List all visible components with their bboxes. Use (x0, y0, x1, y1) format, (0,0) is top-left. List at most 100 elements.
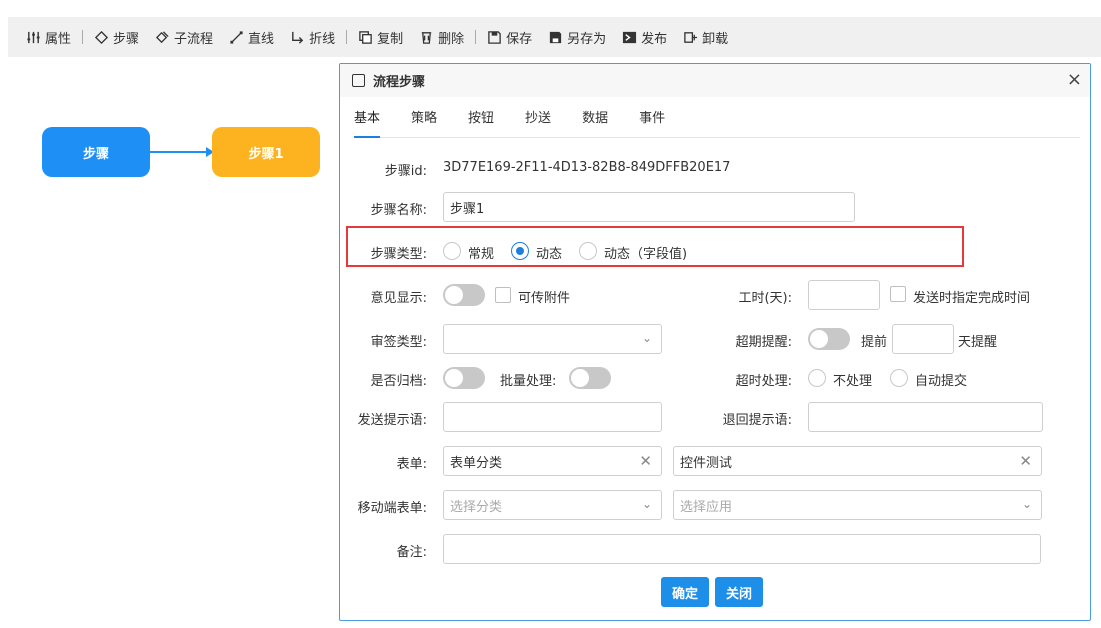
tab-data[interactable]: 数据 (582, 104, 608, 138)
close-button[interactable]: 关闭 (715, 577, 763, 607)
return-prompt-label: 退回提示语: (700, 409, 792, 428)
flow-node-step[interactable]: 步骤 (42, 127, 150, 177)
send-prompt-label: 发送提示语: (339, 409, 427, 428)
line-icon (229, 30, 244, 45)
tab-buttons[interactable]: 按钮 (468, 104, 494, 138)
sign-type-select[interactable]: ⌄ (443, 324, 662, 354)
tab-strategy[interactable]: 策略 (411, 104, 437, 138)
step-id-label: 步骤id: (339, 160, 427, 179)
polyline-button[interactable]: 折线 (282, 17, 343, 57)
polyline-label: 折线 (309, 28, 335, 47)
publish-label: 发布 (641, 28, 667, 47)
step-type-radio-dynamic-field[interactable] (579, 242, 597, 260)
step-type-normal-label: 常规 (468, 243, 494, 262)
timeout-label: 超时处理: (700, 370, 792, 389)
opinion-label: 意见显示: (339, 287, 427, 306)
copy-icon (358, 30, 373, 45)
save-as-label: 另存为 (567, 28, 606, 47)
timeout-radio-auto[interactable] (890, 369, 908, 387)
send-prompt-input[interactable] (443, 402, 662, 432)
tab-basic[interactable]: 基本 (354, 104, 380, 138)
publish-icon (622, 30, 637, 45)
archive-switch[interactable] (443, 367, 485, 389)
send-complete-checkbox[interactable] (890, 286, 906, 302)
remark-input[interactable] (443, 534, 1041, 564)
save-as-button[interactable]: 另存为 (540, 17, 614, 57)
line-button[interactable]: 直线 (221, 17, 282, 57)
flow-node-step1[interactable]: 步骤1 (212, 127, 320, 177)
polyline-icon (290, 30, 305, 45)
uninstall-button[interactable]: 卸载 (675, 17, 736, 57)
sign-type-label: 审签类型: (339, 331, 427, 350)
opinion-switch[interactable] (443, 284, 485, 306)
timeout-none-label: 不处理 (833, 370, 872, 389)
toolbar: 属性 步骤 子流程 直线 折线 复制 删除 保存 另存为 发布 卸载 (8, 17, 1101, 57)
timeout-radio-none[interactable] (808, 369, 826, 387)
overdue-label: 超期提醒: (700, 331, 792, 350)
separator (346, 30, 347, 44)
mobile-form-label: 移动端表单: (339, 497, 427, 516)
attach-checkbox[interactable] (495, 287, 511, 303)
step-label: 步骤 (113, 28, 139, 47)
remark-label: 备注: (339, 541, 427, 560)
mobile-app-placeholder: 选择应用 (680, 496, 732, 515)
chevron-down-icon: ⌄ (1022, 497, 1032, 511)
close-icon[interactable]: × (1067, 70, 1082, 90)
line-label: 直线 (248, 28, 274, 47)
separator (82, 30, 83, 44)
trash-icon (419, 30, 434, 45)
step-name-input[interactable]: 步骤1 (443, 192, 855, 222)
return-prompt-input[interactable] (808, 402, 1043, 432)
advance-label: 提前 (861, 331, 887, 350)
diamond-icon (94, 30, 109, 45)
form-category-value: 表单分类 (450, 452, 502, 471)
batch-switch[interactable] (569, 367, 611, 389)
form-control-value: 控件测试 (680, 452, 732, 471)
tab-bar: 基本 策略 按钮 抄送 数据 事件 (354, 104, 1080, 138)
save-as-icon (548, 30, 563, 45)
mobile-category-select[interactable]: 选择分类 ⌄ (443, 490, 662, 520)
step-type-dynamic-field-label: 动态（字段值) (604, 243, 687, 262)
archive-label: 是否归档: (339, 370, 427, 389)
form-control-select[interactable]: 控件测试 ✕ (673, 446, 1042, 476)
form-category-select[interactable]: 表单分类 ✕ (443, 446, 662, 476)
save-label: 保存 (506, 28, 532, 47)
worktime-input[interactable] (808, 280, 880, 310)
dialog-title: 流程步骤 (373, 71, 425, 90)
sliders-icon (26, 30, 41, 45)
form-label: 表单: (339, 453, 427, 472)
step-button[interactable]: 步骤 (86, 17, 147, 57)
delete-label: 删除 (438, 28, 464, 47)
step-type-label: 步骤类型: (339, 243, 427, 262)
copy-label: 复制 (377, 28, 403, 47)
step-name-label: 步骤名称: (339, 199, 427, 218)
publish-button[interactable]: 发布 (614, 17, 675, 57)
subflow-button[interactable]: 子流程 (147, 17, 221, 57)
delete-button[interactable]: 删除 (411, 17, 472, 57)
separator (475, 30, 476, 44)
chevron-down-icon: ⌄ (642, 497, 652, 511)
save-icon (487, 30, 502, 45)
advance-days-input[interactable] (892, 324, 954, 354)
days-remind-label: 天提醒 (958, 331, 997, 350)
dialog-header: 流程步骤 (340, 64, 1090, 97)
step-type-radio-dynamic[interactable] (511, 242, 529, 260)
clear-icon[interactable]: ✕ (1019, 452, 1032, 470)
step-type-dynamic-label: 动态 (536, 243, 562, 262)
ok-button[interactable]: 确定 (661, 577, 709, 607)
copy-button[interactable]: 复制 (350, 17, 411, 57)
mobile-app-select[interactable]: 选择应用 ⌄ (673, 490, 1042, 520)
properties-label: 属性 (45, 28, 71, 47)
step-type-radio-normal[interactable] (443, 242, 461, 260)
clear-icon[interactable]: ✕ (639, 452, 652, 470)
flow-edge-arrow[interactable] (150, 151, 212, 153)
step-id-value: 3D77E169-2F11-4D13-82B8-849DFFB20E17 (443, 160, 730, 175)
flow-canvas[interactable]: 步骤 步骤1 (8, 57, 338, 628)
properties-button[interactable]: 属性 (18, 17, 79, 57)
save-button[interactable]: 保存 (479, 17, 540, 57)
overdue-switch[interactable] (808, 328, 850, 350)
uninstall-icon (683, 30, 698, 45)
tab-events[interactable]: 事件 (639, 104, 665, 138)
tab-cc[interactable]: 抄送 (525, 104, 551, 138)
batch-label: 批量处理: (500, 370, 556, 389)
